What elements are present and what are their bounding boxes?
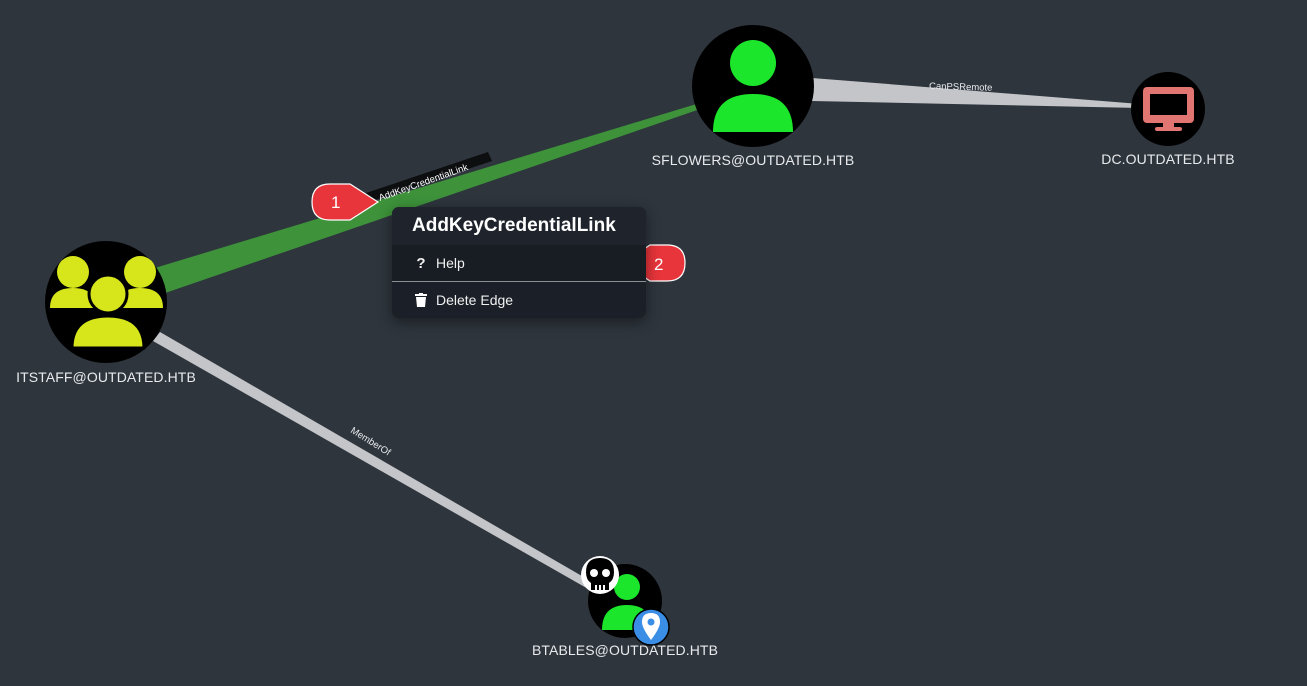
graph-canvas[interactable]: CanPSRemote MemberOf AddKeyCredentialLin… [0, 0, 1307, 686]
graph-svg: CanPSRemote MemberOf AddKeyCredentialLin… [45, 25, 1205, 646]
node-dc[interactable] [1131, 72, 1205, 146]
node-label-btables: BTABLES@OUTDATED.HTB [531, 642, 719, 658]
skull-icon [581, 556, 619, 594]
edge-label-canpsremote: CanPSRemote [929, 81, 993, 94]
menu-item-delete-edge-label: Delete Edge [436, 292, 514, 308]
trash-icon [414, 293, 428, 307]
question-icon: ? [416, 254, 426, 272]
node-sflowers[interactable] [692, 25, 814, 147]
node-btables[interactable] [581, 556, 670, 646]
edge-context-menu: AddKeyCredentialLink ? Help Delete Edge [392, 207, 646, 318]
node-label-itstaff: ITSTAFF@OUTDATED.HTB [16, 369, 196, 385]
svg-text:1: 1 [331, 193, 340, 212]
menu-item-delete-edge[interactable]: Delete Edge [392, 282, 646, 318]
node-itstaff[interactable] [45, 241, 167, 363]
context-menu-title: AddKeyCredentialLink [392, 207, 646, 245]
node-label-dc: DC.OUTDATED.HTB [1101, 151, 1235, 167]
svg-text:2: 2 [654, 255, 663, 274]
edge-memberof[interactable]: MemberOf [153, 332, 594, 590]
edge-canpsremote[interactable]: CanPSRemote [812, 78, 1140, 108]
location-pin-icon [632, 608, 670, 646]
menu-item-help-label: Help [436, 255, 465, 271]
node-label-sflowers: SFLOWERS@OUTDATED.HTB [651, 152, 855, 168]
menu-item-help[interactable]: ? Help [392, 245, 646, 281]
